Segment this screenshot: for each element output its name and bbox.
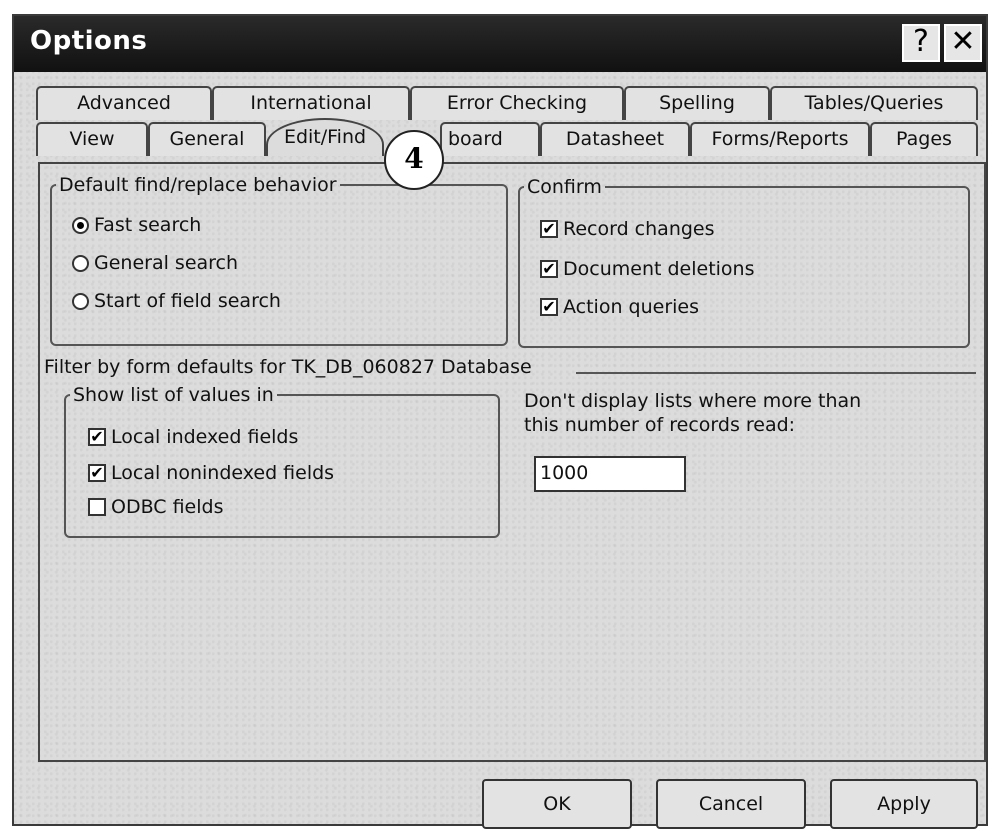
odbc-fields-checkbox[interactable]: ODBC fields xyxy=(88,494,224,520)
radio-icon xyxy=(72,292,89,310)
action-queries-label: Action queries xyxy=(563,296,700,318)
filter-heading: Filter by form defaults for TK_DB_060827… xyxy=(44,356,532,378)
radio-icon xyxy=(72,254,89,272)
records-limit-input[interactable]: 1000 xyxy=(534,456,686,492)
checkmark-icon: ✔ xyxy=(88,428,106,446)
confirm-legend: Confirm xyxy=(527,176,602,198)
tab-international[interactable]: International xyxy=(212,86,410,120)
tab-error-checking[interactable]: Error Checking xyxy=(410,86,624,120)
window-title: Options xyxy=(30,26,148,56)
tab-view[interactable]: View xyxy=(36,122,148,156)
tab-advanced[interactable]: Advanced xyxy=(36,86,212,120)
local-indexed-fields-label: Local indexed fields xyxy=(111,426,299,448)
odbc-fields-label: ODBC fields xyxy=(111,496,224,518)
step-callout: 4 xyxy=(384,130,444,190)
tab-spelling[interactable]: Spelling xyxy=(624,86,770,120)
show-list-legend: Show list of values in xyxy=(73,384,274,406)
checkmark-icon: ✔ xyxy=(540,220,558,238)
tab-forms-reports[interactable]: Forms/Reports xyxy=(690,122,870,156)
tab-edit-find[interactable]: Edit/Find xyxy=(266,118,384,156)
general-search-radio[interactable]: General search xyxy=(72,250,238,276)
checkbox-empty-icon xyxy=(88,498,106,516)
radio-selected-icon xyxy=(72,216,89,234)
record-changes-checkbox[interactable]: ✔ Record changes xyxy=(540,216,715,242)
filter-separator xyxy=(576,372,976,374)
cancel-button[interactable]: Cancel xyxy=(656,779,806,829)
tab-tables-queries[interactable]: Tables/Queries xyxy=(770,86,978,120)
options-dialog: Options ? ✕ Advanced International Error… xyxy=(12,14,988,829)
tab-general[interactable]: General xyxy=(148,122,266,156)
tab-datasheet[interactable]: Datasheet xyxy=(540,122,690,156)
records-limit-label-line1: Don't display lists where more than xyxy=(524,390,862,412)
close-button[interactable]: ✕ xyxy=(944,24,982,62)
local-indexed-fields-checkbox[interactable]: ✔ Local indexed fields xyxy=(88,424,298,450)
help-button[interactable]: ? xyxy=(902,24,940,62)
record-changes-label: Record changes xyxy=(563,218,715,240)
ok-button[interactable]: OK xyxy=(482,779,632,829)
default-find-legend: Default find/replace behavior xyxy=(59,174,337,196)
start-of-field-search-label: Start of field search xyxy=(94,290,281,312)
fast-search-radio[interactable]: Fast search xyxy=(72,212,201,238)
apply-button[interactable]: Apply xyxy=(830,779,978,829)
document-deletions-checkbox[interactable]: ✔ Document deletions xyxy=(540,256,754,282)
tab-pages[interactable]: Pages xyxy=(870,122,978,156)
general-search-label: General search xyxy=(94,252,239,274)
checkmark-icon: ✔ xyxy=(540,298,558,316)
start-of-field-search-radio[interactable]: Start of field search xyxy=(72,288,281,314)
tab-keyboard[interactable]: board xyxy=(440,122,540,156)
title-bar[interactable]: Options ? ✕ xyxy=(14,16,986,72)
action-queries-checkbox[interactable]: ✔ Action queries xyxy=(540,294,699,320)
fast-search-label: Fast search xyxy=(94,214,202,236)
local-nonindexed-fields-label: Local nonindexed fields xyxy=(111,462,335,484)
checkmark-icon: ✔ xyxy=(540,260,558,278)
checkmark-icon: ✔ xyxy=(88,464,106,482)
document-deletions-label: Document deletions xyxy=(563,258,755,280)
local-nonindexed-fields-checkbox[interactable]: ✔ Local nonindexed fields xyxy=(88,460,334,486)
records-limit-label-line2: this number of records read: xyxy=(524,414,796,436)
